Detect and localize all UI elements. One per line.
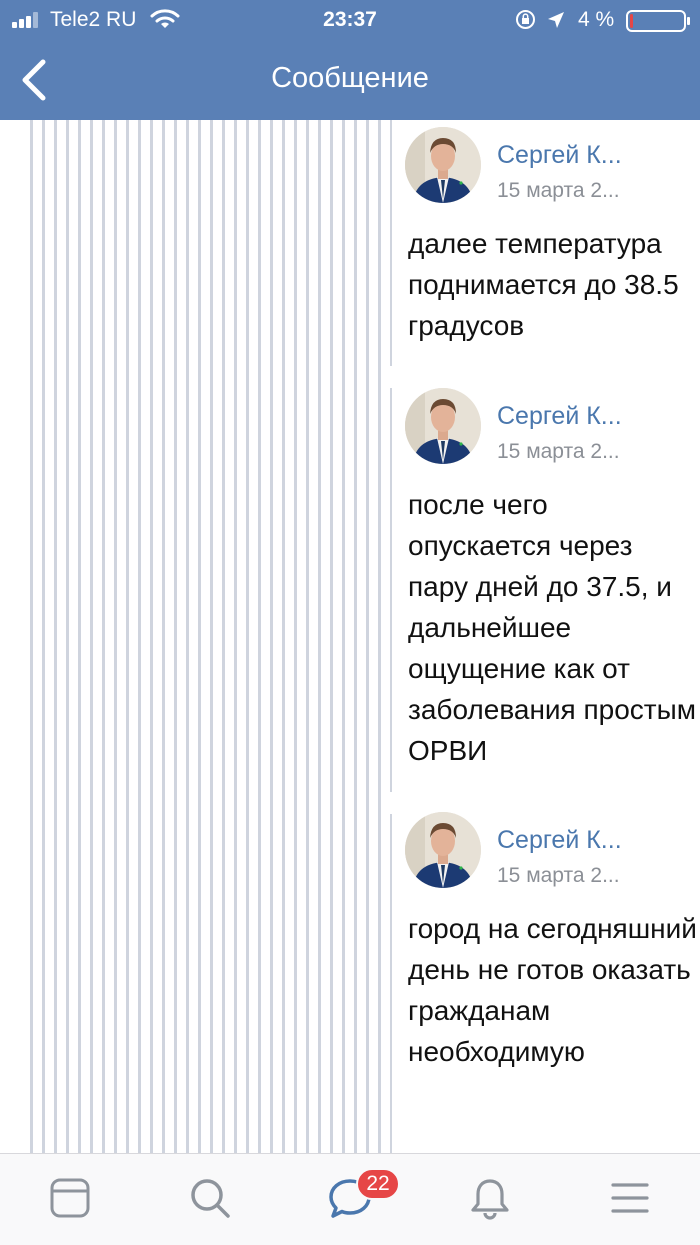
battery-percent: 4 % [578, 8, 615, 31]
message-date: 15 марта 2... [497, 179, 620, 202]
person-avatar-icon [405, 127, 481, 203]
location-arrow-icon [548, 12, 564, 28]
message-text: далее температура поднимается до 38.5 гр… [408, 228, 679, 341]
bell-icon [471, 1179, 509, 1220]
message-text: после чего опускается через пару дней до… [408, 489, 696, 766]
status-bar: Tele2 RU 23:37 4 % [0, 0, 700, 40]
person-avatar-icon [405, 388, 481, 464]
navigation-bar: Сообщение [0, 40, 700, 120]
app-header: Tele2 RU 23:37 4 % Сообщение [0, 0, 700, 120]
message-thread[interactable]: Сергей К... 15 марта 2... далее температ… [0, 120, 700, 1153]
message-item[interactable]: Сергей К... 15 марта 2... после чего опу… [405, 388, 696, 803]
tab-news-feed[interactable] [48, 1176, 92, 1220]
avatar[interactable] [405, 388, 481, 464]
menu-icon [611, 1183, 649, 1213]
message-item[interactable]: Сергей К... 15 марта 2... далее температ… [405, 127, 695, 382]
person-avatar-icon [405, 812, 481, 888]
avatar[interactable] [405, 812, 481, 888]
tab-menu[interactable] [608, 1176, 652, 1220]
rotation-lock-icon [516, 10, 535, 29]
message-date: 15 марта 2... [497, 440, 620, 463]
hidden-text-placeholder [30, 120, 392, 1153]
tab-bar: 22 [0, 1153, 700, 1245]
news-feed-icon [50, 1178, 90, 1218]
avatar[interactable] [405, 127, 481, 203]
message-date: 15 марта 2... [497, 864, 620, 887]
tab-notifications[interactable] [468, 1176, 512, 1220]
tab-search[interactable] [188, 1176, 232, 1220]
battery-icon [626, 10, 690, 32]
divider [385, 792, 394, 814]
search-icon [191, 1179, 230, 1218]
unread-messages-badge: 22 [356, 1168, 400, 1200]
message-text: город на сегодняшний день не готов оказа… [408, 913, 697, 1067]
divider [385, 366, 394, 388]
author-name[interactable]: Сергей К... [497, 402, 622, 431]
author-name[interactable]: Сергей К... [497, 141, 622, 170]
message-item[interactable]: Сергей К... 15 марта 2... город на сегод… [405, 812, 697, 1153]
page-title: Сообщение [271, 62, 429, 94]
author-name[interactable]: Сергей К... [497, 826, 622, 855]
